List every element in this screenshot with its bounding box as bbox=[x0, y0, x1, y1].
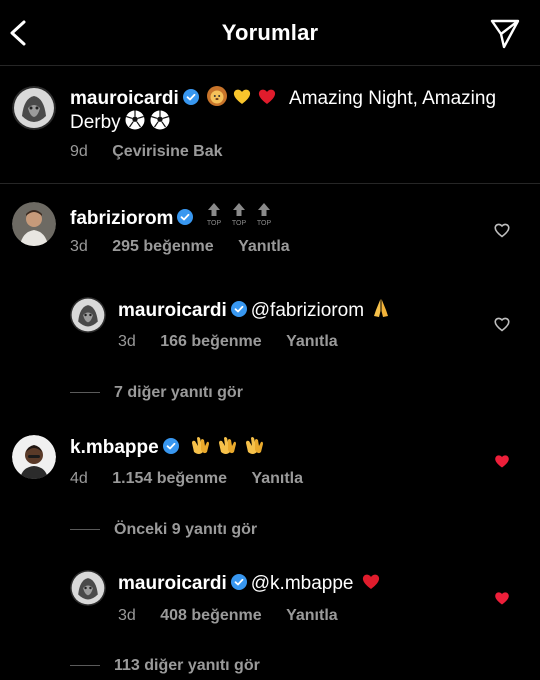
reply-button[interactable]: Yanıtla bbox=[251, 470, 303, 487]
heart-outline-icon[interactable] bbox=[493, 221, 511, 239]
header-bar: Yorumlar bbox=[0, 0, 540, 66]
divider-line bbox=[70, 665, 100, 667]
reply-button[interactable]: Yanıtla bbox=[286, 333, 338, 350]
mention-link[interactable]: @k.mbappe bbox=[251, 573, 354, 594]
red-heart-emoji-icon bbox=[362, 574, 379, 589]
view-previous-replies[interactable]: Önceki 9 yanıtı gör bbox=[70, 521, 257, 539]
avatar[interactable] bbox=[12, 435, 56, 479]
clapping-hands-emoji-icon bbox=[218, 437, 236, 454]
verified-badge-icon bbox=[230, 301, 247, 317]
view-more-replies[interactable]: 7 diğer yanıtı gör bbox=[70, 384, 243, 402]
svg-text:TOP: TOP bbox=[207, 220, 222, 227]
reply-username[interactable]: mauroicardi bbox=[118, 300, 227, 321]
verified-badge-icon bbox=[182, 89, 199, 105]
svg-text:TOP: TOP bbox=[257, 220, 272, 227]
reply-time: 3d bbox=[118, 333, 136, 350]
like-count[interactable]: 166 beğenme bbox=[160, 333, 261, 350]
avatar[interactable] bbox=[70, 570, 106, 606]
reply-button[interactable]: Yanıtla bbox=[238, 238, 290, 255]
divider-line bbox=[70, 392, 100, 394]
view-more-label: 113 diğer yanıtı gör bbox=[114, 657, 260, 674]
top-arrow-emoji-icon: TOP bbox=[228, 201, 250, 234]
send-icon[interactable] bbox=[488, 16, 522, 50]
verified-badge-icon bbox=[162, 438, 179, 454]
comment-time: 3d bbox=[70, 238, 88, 255]
clapping-hands-emoji-icon bbox=[191, 437, 209, 454]
top-arrow-emoji-icon: TOP bbox=[253, 201, 275, 234]
folded-hands-emoji-icon bbox=[374, 299, 389, 317]
caption-text: Amazing Night, Amazing bbox=[289, 88, 497, 109]
mention-link[interactable]: @fabriziorom bbox=[251, 300, 364, 321]
soccer-ball-emoji-icon bbox=[150, 110, 170, 130]
avatar[interactable] bbox=[12, 86, 56, 130]
like-count[interactable]: 295 beğenme bbox=[112, 238, 213, 255]
verified-badge-icon bbox=[177, 209, 194, 225]
caption-text-cont: Derby bbox=[70, 112, 121, 133]
avatar[interactable] bbox=[12, 202, 56, 246]
view-more-label: Önceki 9 yanıtı gör bbox=[114, 521, 258, 538]
reply-time: 3d bbox=[118, 607, 136, 624]
heart-filled-icon[interactable] bbox=[493, 589, 511, 607]
yellow-heart-emoji-icon bbox=[233, 89, 250, 104]
reply-button[interactable]: Yanıtla bbox=[286, 607, 338, 624]
comment-username[interactable]: k.mbappe bbox=[70, 437, 159, 458]
heart-filled-icon[interactable] bbox=[493, 452, 511, 470]
view-more-replies[interactable]: 113 diğer yanıtı gör bbox=[70, 657, 260, 675]
soccer-ball-emoji-icon bbox=[125, 110, 145, 130]
caption-time: 9d bbox=[70, 143, 88, 160]
page-title: Yorumlar bbox=[221, 20, 319, 45]
red-heart-emoji-icon bbox=[258, 89, 275, 104]
like-count[interactable]: 1.154 beğenme bbox=[112, 470, 227, 487]
top-arrow-emoji-icon: TOP bbox=[203, 201, 225, 234]
view-more-label: 7 diğer yanıtı gör bbox=[114, 384, 243, 401]
translate-link[interactable]: Çevirisine Bak bbox=[112, 143, 222, 160]
like-count[interactable]: 408 beğenme bbox=[160, 607, 261, 624]
comment-username[interactable]: fabriziorom bbox=[70, 208, 173, 229]
divider-line bbox=[70, 529, 100, 531]
comment-time: 4d bbox=[70, 470, 88, 487]
svg-text:TOP: TOP bbox=[232, 220, 247, 227]
avatar[interactable] bbox=[70, 297, 106, 333]
verified-badge-icon bbox=[230, 574, 247, 590]
post-caption: mauroicardi Amazing Night, Amazing Derby… bbox=[0, 66, 540, 184]
lion-emoji-icon bbox=[206, 86, 227, 106]
caption-username[interactable]: mauroicardi bbox=[70, 88, 179, 109]
clapping-hands-emoji-icon bbox=[245, 437, 263, 454]
reply-username[interactable]: mauroicardi bbox=[118, 573, 227, 594]
heart-outline-icon[interactable] bbox=[493, 315, 511, 333]
